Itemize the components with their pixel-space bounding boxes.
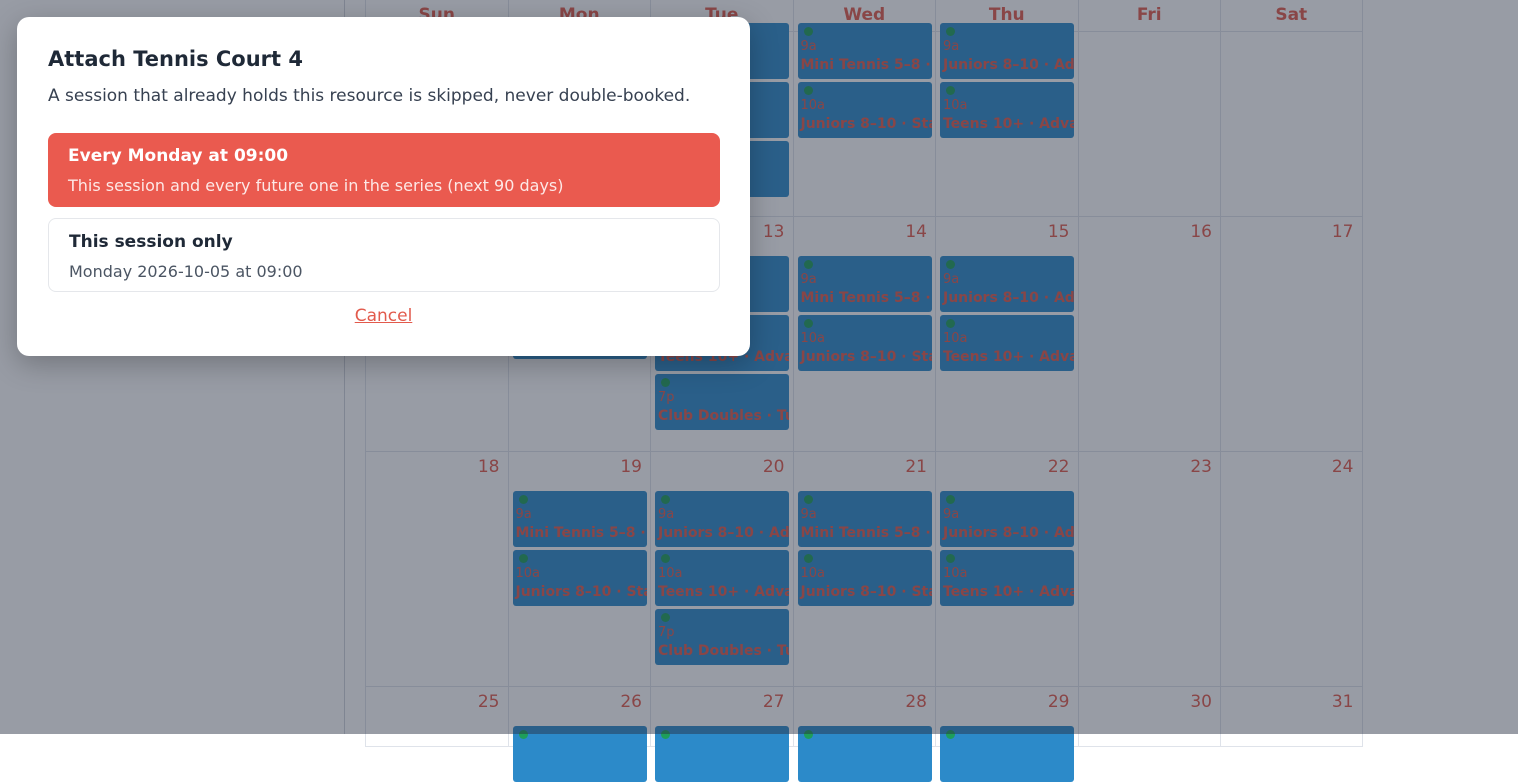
option-description: Monday 2026-10-05 at 09:00	[69, 262, 303, 281]
calendar-event[interactable]	[797, 726, 932, 782]
dialog-title: Attach Tennis Court 4	[48, 47, 304, 71]
attach-resource-dialog: Attach Tennis Court 4 A session that alr…	[17, 17, 750, 356]
cancel-link[interactable]: Cancel	[355, 306, 413, 326]
option-title: Every Monday at 09:00	[68, 146, 289, 166]
calendar-event[interactable]	[512, 726, 647, 782]
cancel-row: Cancel	[17, 306, 750, 326]
option-title: This session only	[69, 232, 233, 252]
dialog-subtitle: A session that already holds this resour…	[48, 86, 691, 106]
option-every-occurrence-button[interactable]: Every Monday at 09:00 This session and e…	[48, 133, 720, 207]
option-description: This session and every future one in the…	[68, 176, 564, 195]
calendar-event[interactable]	[940, 726, 1074, 782]
calendar-event[interactable]	[655, 726, 789, 782]
option-this-session-button[interactable]: This session only Monday 2026-10-05 at 0…	[48, 218, 720, 292]
